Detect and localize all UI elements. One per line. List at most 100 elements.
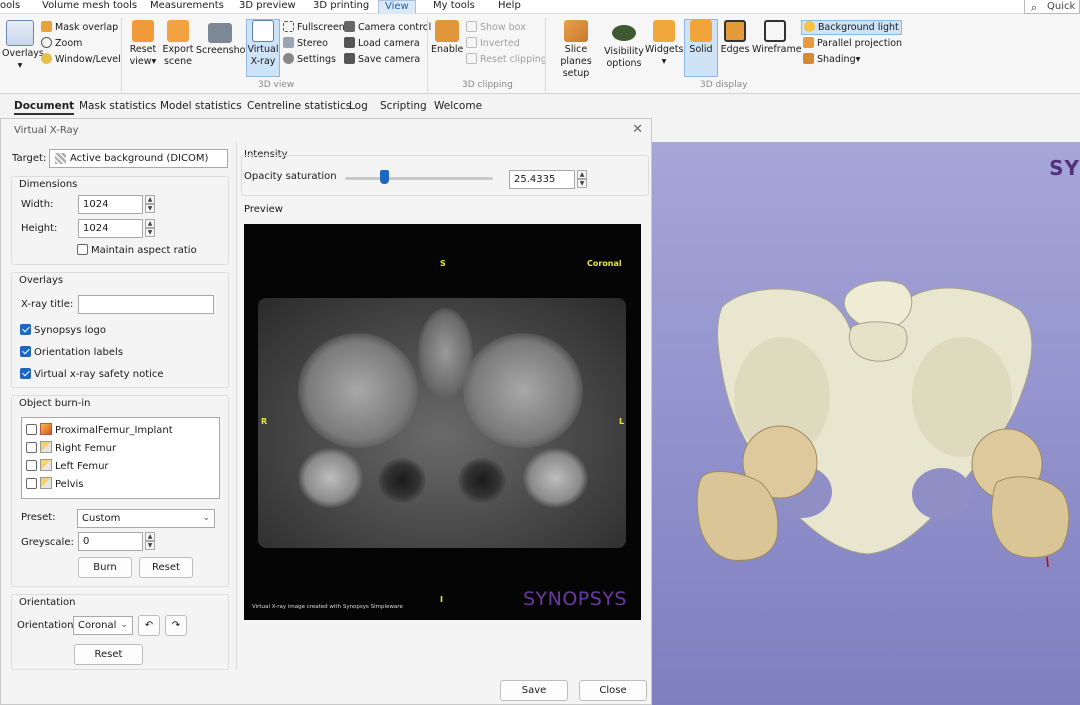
save-button[interactable]: Save: [500, 680, 568, 701]
enable-clipping-button[interactable]: Enable: [431, 20, 463, 56]
height-input[interactable]: 1024: [78, 219, 143, 238]
tab-model-statistics[interactable]: Model statistics: [160, 99, 242, 113]
tab-log[interactable]: Log: [349, 99, 368, 113]
quick-search-input[interactable]: ⌕ Quick: [1024, 0, 1080, 14]
safety-notice-checkbox[interactable]: Virtual x-ray safety notice: [20, 368, 164, 381]
burn-button[interactable]: Burn: [78, 557, 132, 578]
save-camera-button[interactable]: Save camera: [344, 53, 420, 66]
orientation-labels-checkbox[interactable]: Orientation labels: [20, 346, 123, 359]
checkbox-box[interactable]: [20, 368, 31, 379]
close-button[interactable]: Close: [579, 680, 647, 701]
visibility-options-button[interactable]: Visibility options: [604, 20, 644, 70]
show-box-checkbox[interactable]: Show box: [466, 21, 526, 34]
tab-centreline-statistics[interactable]: Centreline statistics: [247, 99, 351, 113]
opacity-down-icon[interactable]: ▼: [577, 179, 587, 188]
menu-bar: ools Volume mesh tools Measurements 3D p…: [0, 0, 1080, 14]
chevron-down-icon: ⌄: [202, 513, 210, 523]
greyscale-up-icon[interactable]: ▲: [145, 532, 155, 541]
solid-display-button[interactable]: Solid: [684, 19, 718, 77]
solid-icon: [690, 20, 712, 42]
width-input[interactable]: 1024: [78, 195, 143, 214]
greyscale-stepper[interactable]: ▲ ▼: [145, 532, 155, 551]
list-item[interactable]: Right Femur: [26, 441, 116, 455]
tab-mask-statistics[interactable]: Mask statistics: [79, 99, 156, 113]
checkbox-box[interactable]: [26, 442, 37, 453]
opacity-up-icon[interactable]: ▲: [577, 170, 587, 179]
widgets-button[interactable]: Widgets ▾: [645, 20, 683, 68]
height-down-icon[interactable]: ▼: [145, 228, 155, 237]
menu-help[interactable]: Help: [498, 0, 521, 14]
opacity-slider-track[interactable]: [345, 177, 493, 180]
greyscale-down-icon[interactable]: ▼: [145, 541, 155, 550]
width-down-icon[interactable]: ▼: [145, 204, 155, 213]
reset-view-icon: [132, 20, 154, 42]
screenshot-button[interactable]: Screenshot: [196, 20, 249, 57]
menu-my-tools[interactable]: My tools: [433, 0, 475, 14]
greyscale-input[interactable]: 0: [78, 532, 143, 551]
zoom-button[interactable]: Zoom: [41, 37, 82, 50]
checkbox-box[interactable]: [77, 244, 88, 255]
rotate-left-button[interactable]: ↶: [138, 615, 160, 636]
window-level-button[interactable]: Window/Level: [41, 53, 121, 66]
virtual-xray-button[interactable]: Virtual X-ray: [246, 19, 280, 77]
height-stepper[interactable]: ▲ ▼: [145, 219, 155, 238]
shading-dropdown[interactable]: Shading▾: [803, 53, 860, 66]
maintain-aspect-checkbox[interactable]: Maintain aspect ratio: [77, 244, 197, 257]
menu-tools[interactable]: ools: [0, 0, 20, 14]
settings-button[interactable]: Settings: [283, 53, 336, 66]
export-scene-button[interactable]: Export scene: [161, 20, 195, 68]
load-camera-button[interactable]: Load camera: [344, 37, 420, 50]
reset-view-button[interactable]: Reset view▾: [126, 20, 160, 68]
camera-icon: [208, 23, 232, 43]
list-item[interactable]: Left Femur: [26, 459, 109, 473]
slice-planes-setup-button[interactable]: Slice planes setup: [549, 20, 603, 80]
menu-3d-printing[interactable]: 3D printing: [313, 0, 369, 14]
orientation-reset-button[interactable]: Reset: [74, 644, 143, 665]
camera-control-button[interactable]: Camera control: [344, 21, 431, 34]
checkbox-box[interactable]: [20, 324, 31, 335]
checkbox-box[interactable]: [26, 460, 37, 471]
parallel-projection-toggle[interactable]: Parallel projection: [803, 37, 902, 50]
implant-icon: [40, 423, 52, 435]
tab-document[interactable]: Document: [14, 99, 75, 115]
fullscreen-button[interactable]: Fullscreen: [283, 21, 345, 34]
burn-reset-button[interactable]: Reset: [139, 557, 193, 578]
checkbox-box[interactable]: [20, 346, 31, 357]
target-label: Target:: [12, 153, 47, 164]
menu-3d-preview[interactable]: 3D preview: [239, 0, 296, 14]
mask-overlap-button[interactable]: Mask overlap: [41, 21, 118, 34]
synopsys-logo-checkbox[interactable]: Synopsys logo: [20, 324, 106, 337]
list-item[interactable]: ProximalFemur_Implant: [26, 423, 173, 437]
menu-view[interactable]: View: [378, 0, 416, 14]
width-up-icon[interactable]: ▲: [145, 195, 155, 204]
rotate-right-button[interactable]: ↷: [165, 615, 187, 636]
opacity-slider-thumb[interactable]: [380, 170, 389, 184]
menu-measurements[interactable]: Measurements: [150, 0, 224, 14]
target-field[interactable]: Active background (DICOM): [49, 149, 228, 168]
orientation-select[interactable]: Coronal ⌄: [73, 616, 133, 635]
close-icon[interactable]: ✕: [632, 122, 643, 137]
checkbox-box[interactable]: [26, 424, 37, 435]
list-item[interactable]: Pelvis: [26, 477, 84, 491]
show-box-icon: [466, 21, 477, 32]
wireframe-display-button[interactable]: Wireframe: [752, 20, 802, 56]
edges-display-button[interactable]: Edges: [719, 20, 751, 56]
height-up-icon[interactable]: ▲: [145, 219, 155, 228]
3d-viewport[interactable]: SY: [652, 142, 1080, 705]
xray-title-input[interactable]: [78, 295, 214, 314]
menu-volume-mesh-tools[interactable]: Volume mesh tools: [42, 0, 137, 14]
reset-clipping-button[interactable]: Reset clipping: [466, 53, 547, 66]
overlays-button[interactable]: Overlays ▾: [2, 20, 44, 72]
tab-scripting[interactable]: Scripting: [380, 99, 427, 113]
checkbox-box[interactable]: [26, 478, 37, 489]
preset-select[interactable]: Custom ⌄: [77, 509, 215, 528]
shading-icon: [803, 53, 814, 64]
opacity-stepper[interactable]: ▲ ▼: [577, 170, 587, 189]
object-list[interactable]: ProximalFemur_Implant Right Femur Left F…: [21, 417, 220, 499]
stereo-button[interactable]: Stereo: [283, 37, 328, 50]
tab-welcome[interactable]: Welcome: [434, 99, 482, 113]
inverted-checkbox[interactable]: Inverted: [466, 37, 520, 50]
width-stepper[interactable]: ▲ ▼: [145, 195, 155, 214]
opacity-saturation-input[interactable]: 25.4335: [509, 170, 575, 189]
background-light-toggle[interactable]: Background light: [801, 20, 902, 35]
